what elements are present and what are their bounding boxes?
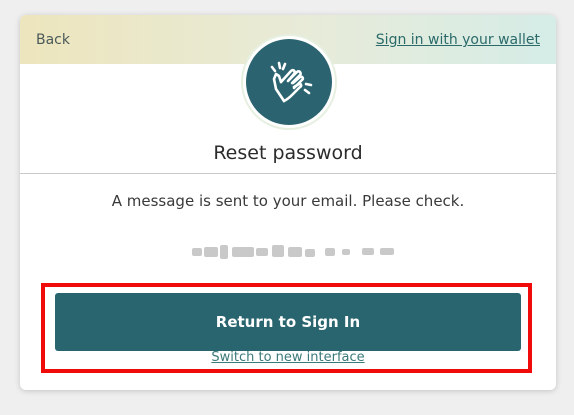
back-link[interactable]: Back <box>36 32 70 48</box>
clapping-hands-icon <box>270 61 313 103</box>
divider <box>20 173 556 174</box>
wallet-signin-link[interactable]: Sign in with your wallet <box>376 32 540 48</box>
page-title: Reset password <box>213 142 363 164</box>
masked-email <box>192 243 398 261</box>
return-to-sign-in-button[interactable]: Return to Sign In <box>55 293 521 351</box>
avatar-circle <box>246 39 332 125</box>
switch-interface-link[interactable]: Switch to new interface <box>0 350 574 365</box>
status-message: A message is sent to your email. Please … <box>111 192 465 210</box>
avatar <box>243 36 335 128</box>
